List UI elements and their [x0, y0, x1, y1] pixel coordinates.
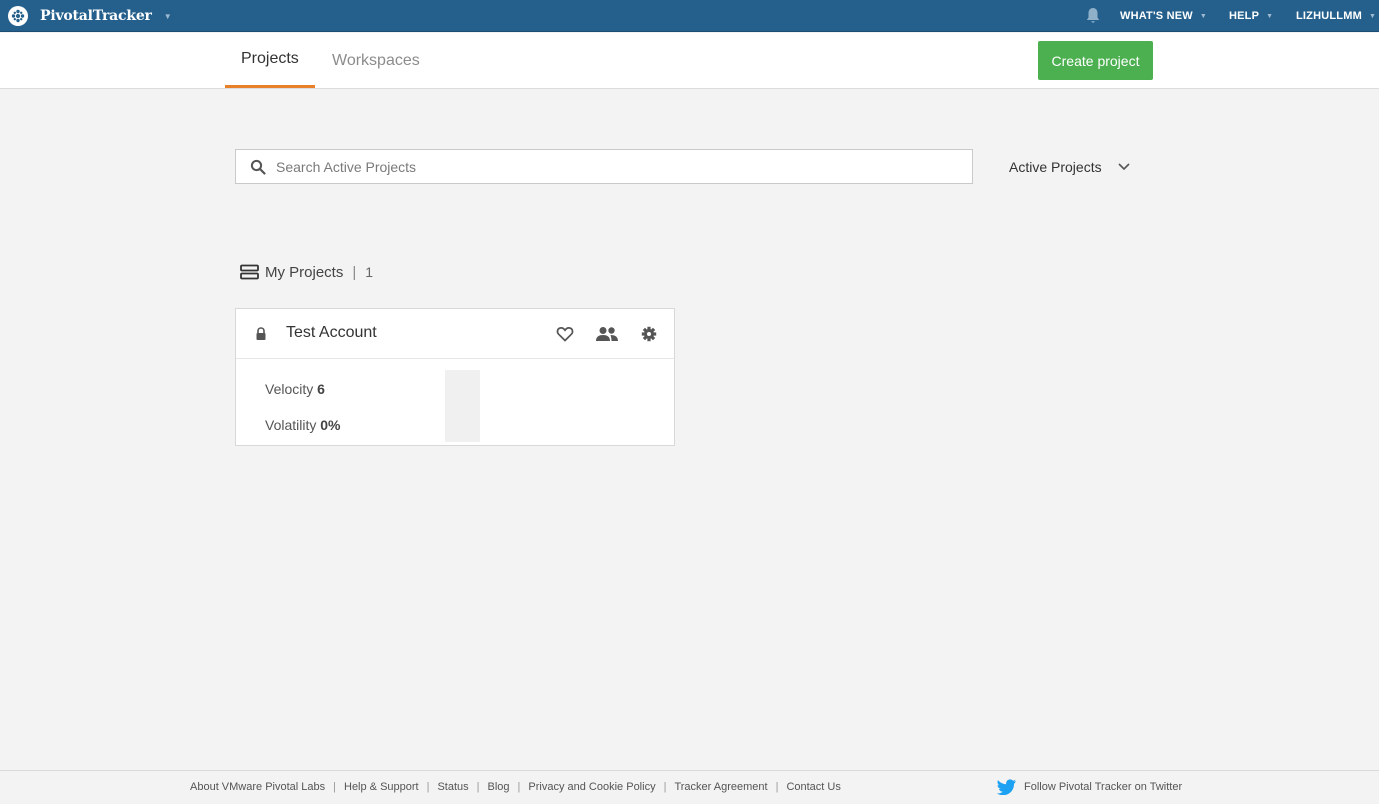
gear-icon[interactable]	[640, 324, 658, 344]
user-menu[interactable]: LIZHULLMM ▼	[1296, 0, 1376, 32]
chevron-down-icon: ▼	[163, 11, 172, 21]
group-title: My Projects	[265, 263, 344, 281]
twitter-follow-link[interactable]: Follow Pivotal Tracker on Twitter	[997, 779, 1182, 795]
bell-icon[interactable]	[1085, 7, 1101, 25]
search-box	[235, 149, 973, 184]
sub-header: Projects Workspaces Create project	[0, 33, 1379, 89]
velocity-label: Velocity	[265, 381, 314, 397]
tab-workspaces[interactable]: Workspaces	[316, 33, 436, 88]
chevron-down-icon: ▼	[1199, 12, 1207, 20]
username-label: LIZHULLMM	[1296, 10, 1362, 22]
footer-separator: |	[476, 781, 480, 793]
project-list-icon[interactable]	[240, 264, 259, 280]
whats-new-menu[interactable]: WHAT'S NEW ▼	[1120, 0, 1207, 32]
project-name-link[interactable]: Test Account	[286, 324, 377, 342]
top-nav-bar: PivotalTracker ▼ WHAT'S NEW ▼ HELP ▼ LIZ…	[0, 0, 1379, 32]
footer-link-tracker-agreement[interactable]: Tracker Agreement	[674, 781, 767, 793]
footer-separator: |	[663, 781, 667, 793]
search-icon	[250, 159, 266, 175]
footer-separator: |	[426, 781, 430, 793]
twitter-follow-label: Follow Pivotal Tracker on Twitter	[1024, 781, 1183, 793]
create-project-button[interactable]: Create project	[1038, 41, 1153, 80]
footer-link-about[interactable]: About VMware Pivotal Labs	[190, 781, 325, 793]
chevron-down-icon: ▼	[1368, 12, 1377, 20]
group-count: 1	[365, 264, 374, 280]
volatility-metric: Volatility 0%	[265, 417, 340, 433]
footer-link-help-support[interactable]: Help & Support	[344, 781, 419, 793]
footer-link-contact[interactable]: Contact Us	[786, 781, 840, 793]
brand-menu[interactable]: PivotalTracker ▼	[8, 5, 172, 27]
footer-link-status[interactable]: Status	[437, 781, 468, 793]
search-input[interactable]	[276, 158, 956, 175]
volatility-label: Volatility	[265, 417, 317, 433]
volatility-value: 0%	[320, 417, 341, 433]
project-card-header: Test Account	[236, 309, 674, 359]
chevron-down-icon	[1118, 163, 1130, 171]
velocity-value: 6	[317, 381, 325, 397]
my-projects-heading: My Projects | 1	[240, 262, 373, 282]
help-label: HELP	[1229, 10, 1260, 22]
lock-icon	[256, 327, 266, 340]
footer-link-privacy[interactable]: Privacy and Cookie Policy	[528, 781, 655, 793]
chevron-down-icon: ▼	[1266, 12, 1274, 20]
whats-new-label: WHAT'S NEW	[1120, 10, 1193, 22]
footer-separator: |	[333, 781, 336, 793]
footer-links: About VMware Pivotal Labs | Help & Suppo…	[190, 781, 841, 793]
help-menu[interactable]: HELP ▼	[1229, 0, 1273, 32]
pivotal-tracker-logo-icon	[8, 6, 28, 26]
tab-label: Workspaces	[332, 51, 420, 69]
project-filter-dropdown[interactable]: Active Projects	[1009, 157, 1130, 177]
project-card: Test Account Velocity 6 Volatility 0%	[235, 308, 675, 446]
velocity-metric: Velocity 6	[265, 381, 325, 397]
footer-separator: |	[775, 781, 779, 793]
group-separator: |	[352, 263, 357, 281]
filter-selected-label: Active Projects	[1009, 159, 1102, 175]
footer: About VMware Pivotal Labs | Help & Suppo…	[0, 770, 1379, 804]
tab-projects[interactable]: Projects	[225, 33, 315, 88]
footer-link-blog[interactable]: Blog	[488, 781, 510, 793]
brand-name: PivotalTracker	[40, 8, 152, 24]
footer-separator: |	[517, 781, 521, 793]
heart-icon[interactable]	[555, 324, 575, 344]
velocity-chart-placeholder	[445, 370, 480, 442]
twitter-bird-icon	[997, 779, 1016, 795]
members-icon[interactable]	[595, 324, 619, 344]
tab-label: Projects	[241, 50, 299, 67]
